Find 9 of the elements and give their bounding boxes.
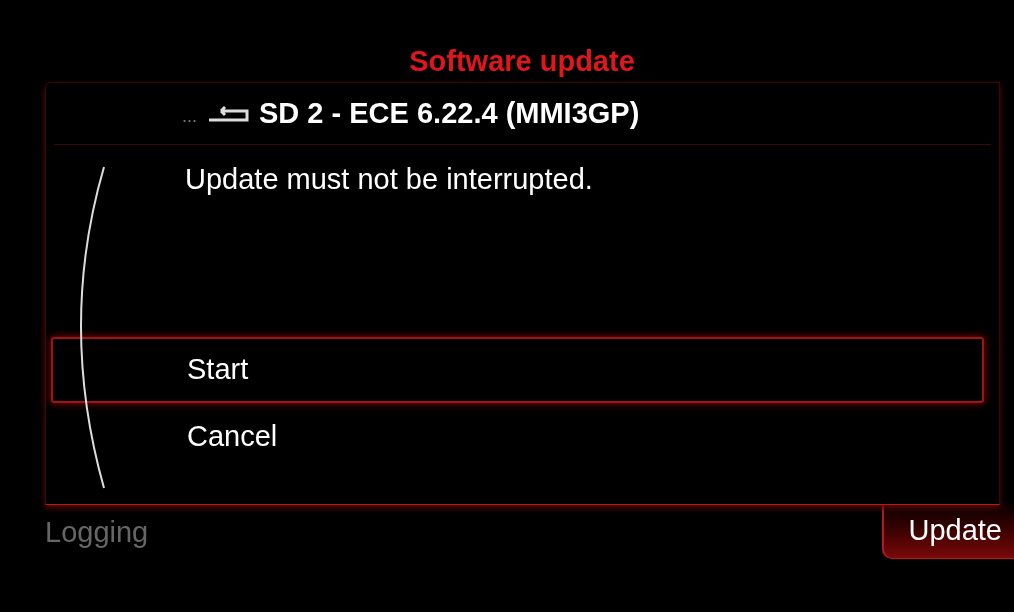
message-text: Update must not be interrupted. [185,162,593,198]
tab[interactable]: Logging [45,505,149,560]
back-arrow-icon[interactable] [207,104,249,123]
breadcrumb-ellipsis: ... [182,105,197,128]
menu-option[interactable]: Start [51,337,984,403]
screen-title: Software update [409,47,635,76]
tab[interactable]: Update [882,504,1014,559]
breadcrumb-label: SD 2 - ECE 6.22.4 (MMI3GP) [259,99,640,128]
menu-option[interactable]: Cancel [51,405,984,469]
